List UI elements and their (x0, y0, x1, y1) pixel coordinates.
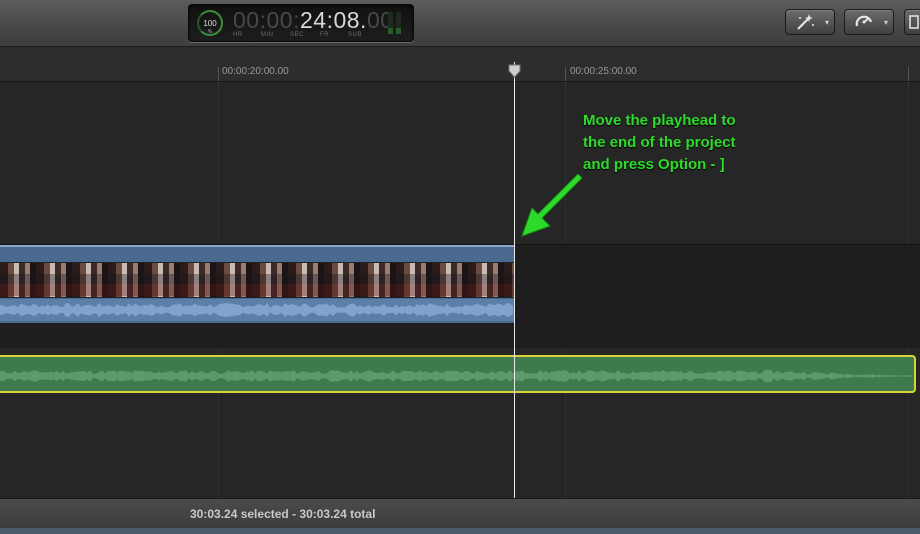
percent-value: 100 (203, 19, 217, 28)
unit-sec: SEC (290, 32, 304, 38)
annotation-arrow-icon (521, 174, 583, 237)
toolbar: 100 % 00:00:24:08.00 HR MIN SEC FR SUB ▾… (0, 0, 920, 47)
ruler-label-20s: 00:00:20:00.00 (222, 66, 289, 77)
percent-unit: % (207, 29, 213, 35)
playhead-handle[interactable] (508, 64, 521, 78)
tutorial-annotation: Move the playhead to the end of the proj… (583, 110, 813, 176)
timecode-minutes: 00 (266, 7, 294, 33)
unit-fr: FR (320, 32, 329, 38)
timecode-digits: 00:00:24:08.00 (233, 7, 394, 33)
selection-duration-text: 30:03.24 selected - 30:03.24 total (190, 507, 376, 521)
annotation-line-1: Move the playhead to (583, 112, 736, 129)
timecode-seconds: 24 (299, 7, 327, 33)
status-bar: 30:03.24 selected - 30:03.24 total (0, 498, 920, 529)
annotation-line-3: and press Option - ] (583, 156, 725, 173)
timecode-hours: 00 (233, 7, 260, 33)
audio-waveform (0, 370, 912, 382)
ruler-tick (908, 67, 909, 81)
percent-dial: 100 % (197, 10, 223, 36)
annotation-line-2: the end of the project (583, 134, 736, 151)
timecode-frames: 08 (333, 7, 361, 33)
playhead[interactable] (514, 62, 515, 498)
timeline-ruler[interactable]: 00:00:20:00.00 00:00:25:00.00 (0, 47, 920, 82)
retiming-icon (855, 15, 873, 27)
video-clip[interactable] (0, 245, 514, 323)
magic-wand-icon (797, 14, 814, 30)
retiming-button[interactable]: ▾ (844, 9, 894, 35)
ruler-tick (565, 67, 566, 81)
audio-meter-right (396, 12, 401, 34)
unit-hr: HR (233, 32, 243, 38)
audio-clip-selected[interactable] (0, 355, 916, 393)
ruler-tick (218, 67, 219, 81)
video-clip-waveform (0, 299, 514, 321)
bottom-edge (0, 528, 920, 534)
clip-appearance-icon (909, 15, 919, 29)
ruler-label-25s: 00:00:25:00.00 (570, 66, 637, 77)
unit-min: MIN (261, 32, 274, 38)
unit-sub: SUB (348, 32, 362, 38)
magic-wand-button[interactable]: ▾ (785, 9, 835, 35)
chevron-down-icon: ▾ (883, 18, 888, 27)
audio-meter-left (388, 12, 393, 34)
clip-appearance-button[interactable] (904, 9, 920, 35)
timecode-display[interactable]: 100 % 00:00:24:08.00 HR MIN SEC FR SUB (188, 4, 414, 42)
chevron-down-icon: ▾ (824, 18, 829, 27)
